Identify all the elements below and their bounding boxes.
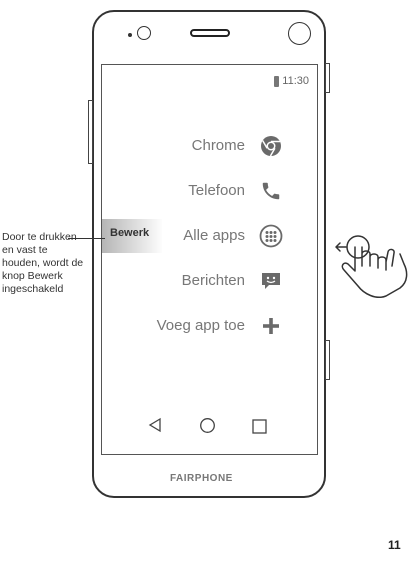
edit-button[interactable]: Bewerk xyxy=(102,219,162,253)
battery-icon xyxy=(274,75,280,87)
menu-item-telefoon[interactable]: Telefoon xyxy=(102,176,317,206)
rear-camera-bump xyxy=(288,22,311,45)
recents-icon[interactable] xyxy=(252,418,267,439)
power-button xyxy=(325,340,330,380)
volume-button xyxy=(325,63,330,93)
back-icon[interactable] xyxy=(147,417,163,438)
menu-item-label: Telefoon xyxy=(188,182,245,199)
all-apps-icon xyxy=(258,223,284,249)
chrome-icon xyxy=(258,133,284,159)
menu-item-chrome[interactable]: Chrome xyxy=(102,131,317,161)
page-number: 11 xyxy=(388,538,401,552)
front-camera xyxy=(137,26,151,40)
menu-item-alle-apps[interactable]: Bewerk Alle apps xyxy=(102,219,317,253)
phone-screen: 11:30 Chrome Telefoon Bewerk Alle apps B… xyxy=(101,64,318,455)
edit-button-label: Bewerk xyxy=(110,227,150,239)
callout-leader-line xyxy=(68,238,105,239)
swipe-left-hand-icon xyxy=(328,230,412,319)
plus-icon xyxy=(258,313,284,339)
menu-item-berichten[interactable]: Berichten xyxy=(102,266,317,296)
menu-item-label: Alle apps xyxy=(183,227,245,244)
status-time: 11:30 xyxy=(282,75,309,87)
menu-item-voeg-app-toe[interactable]: Voeg app toe xyxy=(102,311,317,341)
menu-item-label: Berichten xyxy=(181,272,245,289)
brand-logo: FAIRPHONE xyxy=(170,473,233,484)
home-icon[interactable] xyxy=(199,417,216,439)
left-side-button xyxy=(88,100,93,164)
menu-item-label: Chrome xyxy=(191,137,245,154)
messages-icon xyxy=(258,268,284,294)
status-bar: 11:30 xyxy=(274,75,309,87)
sensor-dot xyxy=(128,33,132,37)
menu-item-label: Voeg app toe xyxy=(156,317,245,334)
phone-icon xyxy=(258,178,284,204)
callout-text: Door te drukken en vast te houden, wordt… xyxy=(2,231,84,295)
speaker-grille xyxy=(190,29,230,37)
